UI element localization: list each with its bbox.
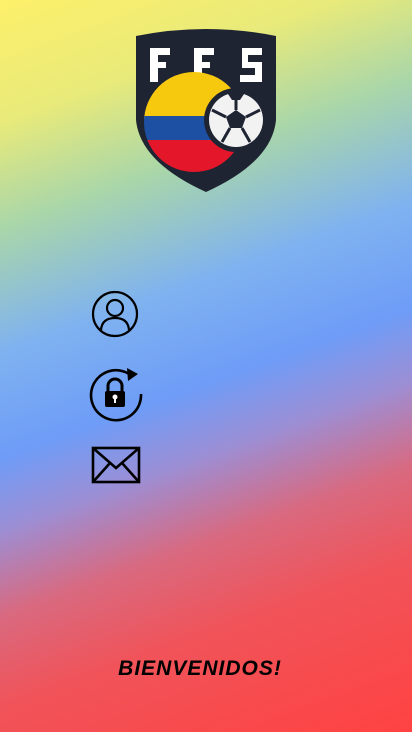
lock-refresh-icon[interactable] [86, 364, 146, 424]
envelope-icon[interactable] [91, 446, 141, 484]
welcome-text: BIENVENIDOS! [118, 657, 282, 680]
app-logo [132, 24, 280, 194]
user-icon[interactable] [90, 289, 140, 339]
